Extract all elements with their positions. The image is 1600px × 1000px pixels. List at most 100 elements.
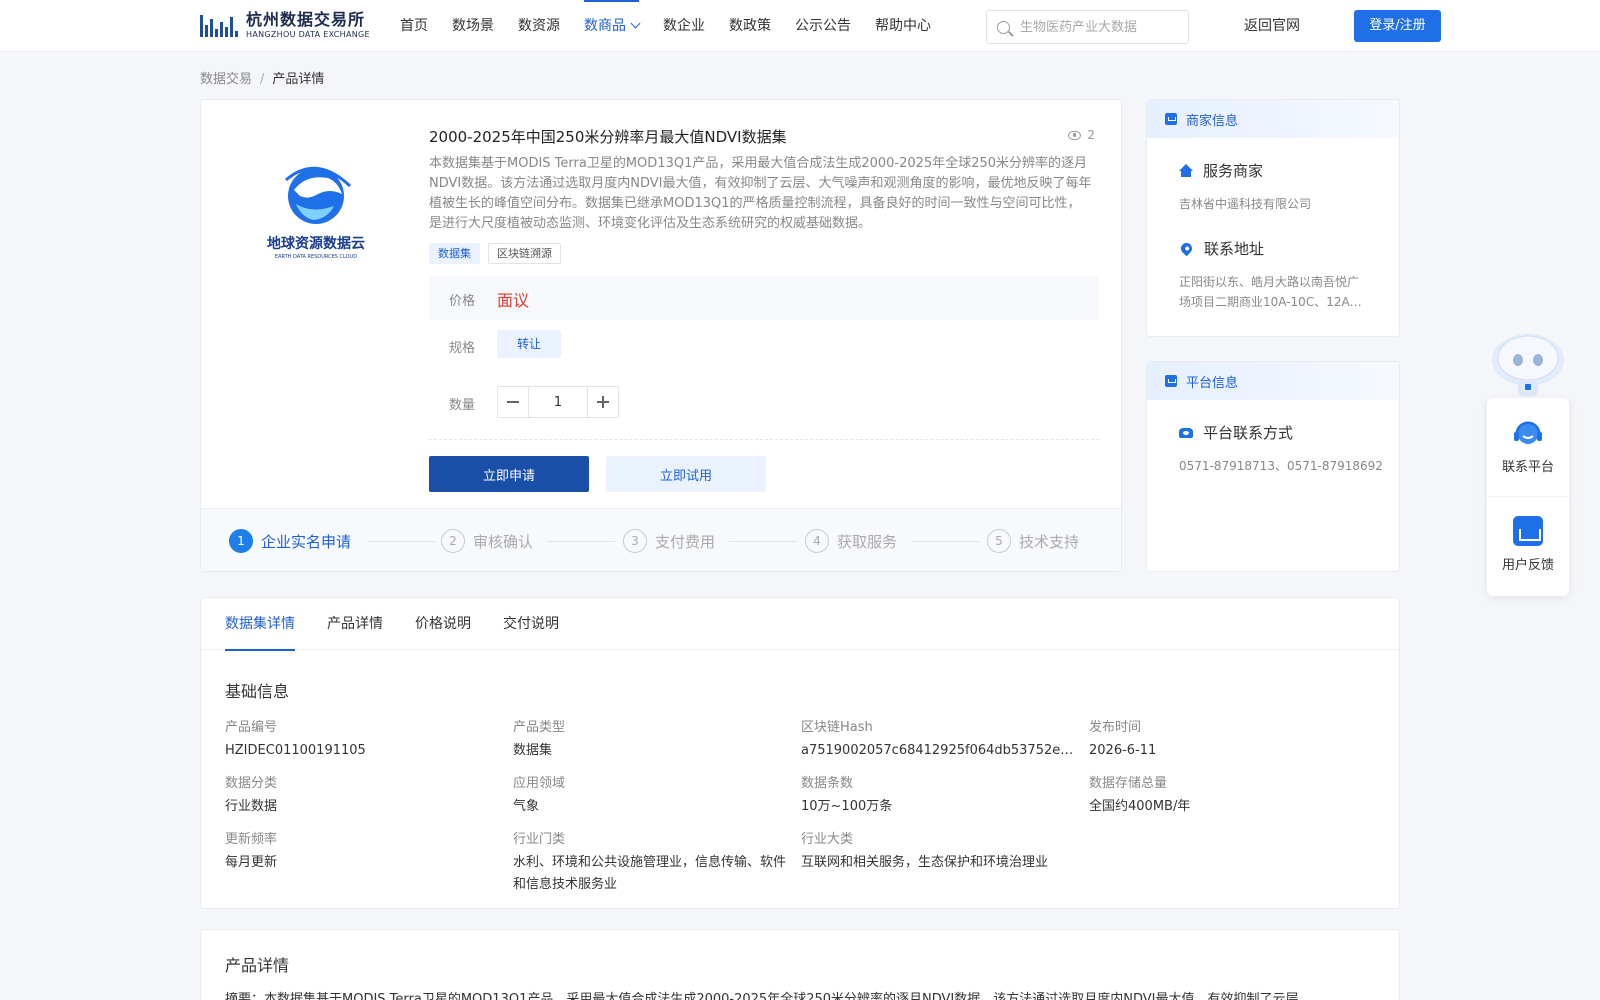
- tab-delivery-info[interactable]: 交付说明: [503, 598, 559, 650]
- field-blockchain-hash: 区块链Hash a7519002057c68412925f064db53752e…: [801, 716, 1076, 762]
- search-icon[interactable]: [997, 20, 1010, 34]
- field-label: 数据存储总量: [1089, 776, 1168, 791]
- field-update-frequency: 更新频率 每月更新: [225, 828, 500, 874]
- try-now-button[interactable]: 立即试用: [606, 456, 766, 492]
- field-data-category: 数据分类 行业数据: [225, 772, 500, 818]
- logo-subtitle: HANGZHOU DATA EXCHANGE: [246, 29, 370, 39]
- spec-option-transfer[interactable]: 转让: [497, 330, 561, 358]
- logo-mark-icon: [200, 11, 242, 39]
- dataset-details-card: 数据集详情 产品详情 价格说明 交付说明 基础信息 产品编号 HZIDEC011…: [200, 597, 1400, 909]
- service-merchant-name[interactable]: 吉林省中遥科技有限公司: [1179, 194, 1369, 214]
- platform-contact-value: 0571-87918713、0571-87918692: [1179, 459, 1383, 473]
- product-detail-text: 摘要：本数据集基于MODIS Terra卫星的MOD13Q1产品，采用最大值合成…: [225, 992, 1299, 1000]
- main-nav: 首页 数场景 数资源 数商品 数企业 数政策 公示公告 帮助中心: [400, 0, 955, 52]
- apply-now-button[interactable]: 立即申请: [429, 456, 589, 492]
- step-label: 支付费用: [655, 532, 716, 551]
- location-pin-icon: [1178, 240, 1195, 257]
- step-5: 5 技术支持: [987, 529, 1079, 553]
- nav-enterprises[interactable]: 数企业: [663, 0, 705, 52]
- product-card: 地球资源数据云 EARTH DATA RESOURCES CLOUD 2000-…: [200, 99, 1122, 572]
- field-value: 气象: [513, 799, 540, 814]
- step-connector: [547, 541, 615, 542]
- detail-tabs: 数据集详情 产品详情 价格说明 交付说明: [201, 598, 1399, 651]
- field-value: a7519002057c68412925f064db53752ed6…: [801, 743, 1076, 758]
- step-label: 企业实名申请: [261, 532, 352, 551]
- price-value: 面议: [497, 291, 530, 310]
- step-connector: [911, 541, 979, 542]
- plus-icon[interactable]: [587, 387, 618, 417]
- field-label: 数据条数: [801, 776, 854, 791]
- phone-icon: [1179, 427, 1193, 438]
- tab-dataset-details[interactable]: 数据集详情: [225, 598, 295, 651]
- field-label: 应用领域: [513, 776, 566, 791]
- platform-contact-item: 平台联系方式: [1179, 422, 1293, 443]
- product-logo-image: 地球资源数据云 EARTH DATA RESOURCES CLOUD: [256, 160, 376, 260]
- nav-products[interactable]: 数商品: [584, 0, 641, 52]
- house-icon: [1179, 163, 1193, 178]
- step-number: 4: [805, 529, 829, 553]
- field-record-count: 数据条数 10万~100万条: [801, 772, 1076, 818]
- field-value: 2026-6-11: [1089, 743, 1157, 758]
- headset-icon: [1512, 418, 1544, 448]
- step-number: 2: [441, 529, 465, 553]
- tab-price-info[interactable]: 价格说明: [415, 598, 471, 650]
- shop-icon: [1165, 113, 1177, 125]
- field-value: 10万~100万条: [801, 799, 893, 814]
- field-product-type: 产品类型 数据集: [513, 716, 788, 762]
- field-value: 全国约400MB/年: [1089, 799, 1191, 814]
- breadcrumb-separator: /: [260, 72, 265, 87]
- back-to-site-link[interactable]: 返回官网: [1244, 0, 1300, 52]
- view-count-value: 2: [1087, 128, 1095, 142]
- merchant-info-header: 商家信息: [1147, 100, 1399, 138]
- view-count: 2: [1068, 128, 1095, 142]
- quantity-stepper: [497, 386, 619, 418]
- step-4: 4 获取服务: [805, 529, 897, 553]
- field-label: 更新频率: [225, 832, 278, 847]
- login-register-button[interactable]: 登录/注册: [1354, 10, 1441, 42]
- service-merchant-title: 服务商家: [1203, 162, 1264, 180]
- nav-scenes[interactable]: 数场景: [452, 0, 494, 52]
- nav-help[interactable]: 帮助中心: [875, 0, 931, 52]
- product-detail-card: 产品详情 摘要：本数据集基于MODIS Terra卫星的MOD13Q1产品，采用…: [200, 929, 1400, 1000]
- step-label: 获取服务: [837, 532, 898, 551]
- step-label: 审核确认: [473, 532, 534, 551]
- step-connector: [367, 541, 435, 542]
- product-tags: 数据集 区块链溯源: [429, 243, 569, 264]
- field-value: 数据集: [513, 743, 553, 758]
- search-input[interactable]: [1020, 19, 1180, 35]
- nav-resources[interactable]: 数资源: [518, 0, 560, 52]
- platform-contact-title: 平台联系方式: [1203, 424, 1294, 442]
- field-label: 产品类型: [513, 720, 566, 735]
- nav-announcements[interactable]: 公示公告: [795, 0, 851, 52]
- feedback-mail-icon: [1513, 516, 1543, 546]
- breadcrumb-root[interactable]: 数据交易: [200, 72, 252, 87]
- step-connector: [729, 541, 797, 542]
- field-storage-size: 数据存储总量 全国约400MB/年: [1089, 772, 1364, 818]
- contact-platform-button[interactable]: 联系平台: [1487, 418, 1569, 475]
- field-publish-date: 发布时间 2026-6-11: [1089, 716, 1364, 762]
- step-2: 2 审核确认: [441, 529, 533, 553]
- nav-policies[interactable]: 数政策: [729, 0, 771, 52]
- field-label: 产品编号: [225, 720, 278, 735]
- field-industry-sector: 行业门类 水利、环境和公共设施管理业，信息传输、软件和信息技术服务业: [513, 828, 788, 896]
- step-3: 3 支付费用: [623, 529, 715, 553]
- top-header: 杭州数据交易所 HANGZHOU DATA EXCHANGE 首页 数场景 数资…: [0, 0, 1600, 52]
- field-value: 每月更新: [225, 855, 278, 870]
- monitor-icon: [1165, 375, 1177, 387]
- field-label: 区块链Hash: [801, 720, 873, 735]
- minus-icon[interactable]: [498, 387, 529, 417]
- step-1: 1 企业实名申请: [229, 529, 351, 553]
- tag-blockchain: 区块链溯源: [488, 243, 561, 264]
- user-feedback-button[interactable]: 用户反馈: [1487, 516, 1569, 573]
- platform-info-card: 平台信息 平台联系方式 0571-87918713、0571-87918692: [1146, 361, 1400, 572]
- field-value: 水利、环境和公共设施管理业，信息传输、软件和信息技术服务业: [513, 855, 787, 892]
- platform-info-header: 平台信息: [1147, 362, 1399, 400]
- contact-platform-label: 联系平台: [1501, 460, 1554, 475]
- quantity-input[interactable]: [529, 387, 587, 417]
- nav-home[interactable]: 首页: [400, 0, 428, 52]
- service-merchant-item: 服务商家: [1179, 160, 1263, 181]
- site-logo[interactable]: 杭州数据交易所 HANGZHOU DATA EXCHANGE: [200, 9, 370, 41]
- tab-product-details[interactable]: 产品详情: [327, 598, 383, 650]
- assistant-robot-icon[interactable]: [1488, 326, 1568, 401]
- step-number: 1: [229, 529, 253, 553]
